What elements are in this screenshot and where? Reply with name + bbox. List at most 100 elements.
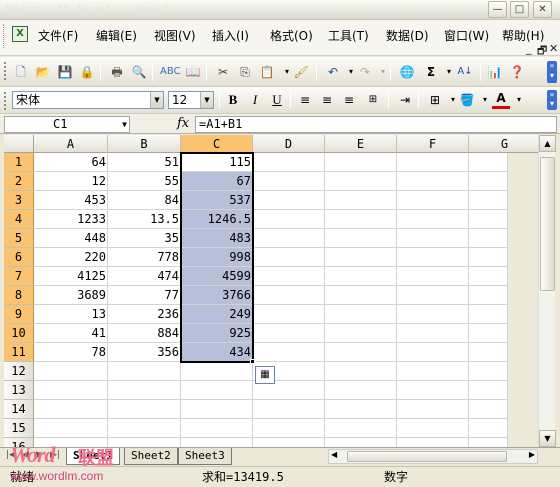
cell-a9[interactable]: 13: [34, 305, 108, 324]
scroll-up-icon[interactable]: ▲: [539, 135, 556, 152]
align-left-icon[interactable]: ≡: [296, 91, 314, 109]
toolbar-options-icon[interactable]: » ▾: [547, 90, 557, 110]
row-header-12[interactable]: 12: [4, 362, 34, 381]
cell-g11[interactable]: [469, 343, 508, 362]
menu-insert[interactable]: 插入(I): [212, 27, 249, 44]
column-header-f[interactable]: F: [397, 135, 469, 153]
column-header-e[interactable]: E: [325, 135, 397, 153]
toolbar-grip[interactable]: [4, 62, 7, 80]
cell-a10[interactable]: 41: [34, 324, 108, 343]
cell-d7[interactable]: [253, 267, 325, 286]
cell-c9[interactable]: 249: [181, 305, 253, 324]
menu-format[interactable]: 格式(O): [270, 27, 313, 44]
cell-e8[interactable]: [325, 286, 397, 305]
column-header-d[interactable]: D: [253, 135, 325, 153]
font-name-select[interactable]: 宋体 ▼: [12, 91, 164, 109]
cell-a6[interactable]: 220: [34, 248, 108, 267]
cell-b13[interactable]: [108, 381, 181, 400]
redo-icon[interactable]: ↷: [356, 63, 374, 81]
cell-d8[interactable]: [253, 286, 325, 305]
print-preview-icon[interactable]: 🔍: [130, 63, 148, 81]
cell-d11[interactable]: [253, 343, 325, 362]
cell-b5[interactable]: 35: [108, 229, 181, 248]
cell-g5[interactable]: [469, 229, 508, 248]
menu-view[interactable]: 视图(V): [154, 27, 196, 44]
cell-f7[interactable]: [397, 267, 469, 286]
cell-f13[interactable]: [397, 381, 469, 400]
row-header-9[interactable]: 9: [4, 305, 34, 324]
cell-f3[interactable]: [397, 191, 469, 210]
menu-data[interactable]: 数据(D): [386, 27, 429, 44]
cell-a12[interactable]: [34, 362, 108, 381]
row-header-13[interactable]: 13: [4, 381, 34, 400]
menu-grip[interactable]: [3, 24, 6, 48]
cell-b1[interactable]: 51: [108, 153, 181, 172]
cell-e11[interactable]: [325, 343, 397, 362]
cell-d3[interactable]: [253, 191, 325, 210]
menu-tools[interactable]: 工具(T): [328, 27, 369, 44]
cell-c2[interactable]: 67: [181, 172, 253, 191]
font-color-icon[interactable]: A: [492, 91, 510, 109]
column-header-b[interactable]: B: [108, 135, 181, 153]
fill-color-icon[interactable]: 🪣: [458, 91, 476, 109]
cell-b6[interactable]: 778: [108, 248, 181, 267]
cell-c10[interactable]: 925: [181, 324, 253, 343]
cell-c13[interactable]: [181, 381, 253, 400]
font-color-dropdown-icon[interactable]: ▾: [510, 91, 528, 109]
cell-e2[interactable]: [325, 172, 397, 191]
permission-icon[interactable]: 🔒: [78, 63, 96, 81]
cell-g4[interactable]: [469, 210, 508, 229]
cell-f11[interactable]: [397, 343, 469, 362]
cell-e12[interactable]: [325, 362, 397, 381]
align-center-icon[interactable]: ≡: [318, 91, 336, 109]
select-all-corner[interactable]: [4, 135, 34, 153]
borders-icon[interactable]: ⊞: [426, 91, 444, 109]
cell-g15[interactable]: [469, 419, 508, 438]
cell-b15[interactable]: [108, 419, 181, 438]
cell-a5[interactable]: 448: [34, 229, 108, 248]
scroll-left-icon[interactable]: ◀: [331, 450, 337, 459]
cell-d1[interactable]: [253, 153, 325, 172]
copy-icon[interactable]: ⎘: [236, 63, 254, 81]
cell-g6[interactable]: [469, 248, 508, 267]
cell-g3[interactable]: [469, 191, 508, 210]
cell-b9[interactable]: 236: [108, 305, 181, 324]
cell-b4[interactable]: 13.5: [108, 210, 181, 229]
cell-f1[interactable]: [397, 153, 469, 172]
cell-f5[interactable]: [397, 229, 469, 248]
cell-f9[interactable]: [397, 305, 469, 324]
cell-f8[interactable]: [397, 286, 469, 305]
cell-d9[interactable]: [253, 305, 325, 324]
cell-d14[interactable]: [253, 400, 325, 419]
help-icon[interactable]: ❓: [508, 63, 526, 81]
italic-button[interactable]: I: [246, 91, 264, 109]
name-box[interactable]: C1 ▼: [4, 116, 130, 133]
cell-d15[interactable]: [253, 419, 325, 438]
cell-c4[interactable]: 1246.5: [181, 210, 253, 229]
align-right-icon[interactable]: ≡: [340, 91, 358, 109]
cell-a1[interactable]: 64: [34, 153, 108, 172]
cell-d2[interactable]: [253, 172, 325, 191]
cut-icon[interactable]: ✂: [214, 63, 232, 81]
cell-a13[interactable]: [34, 381, 108, 400]
cell-b14[interactable]: [108, 400, 181, 419]
excel-doc-icon[interactable]: X: [12, 26, 28, 42]
cell-g9[interactable]: [469, 305, 508, 324]
maximize-button[interactable]: □: [510, 1, 529, 18]
column-header-g[interactable]: G: [469, 135, 541, 153]
cell-c12[interactable]: [181, 362, 253, 381]
cell-c6[interactable]: 998: [181, 248, 253, 267]
cell-b11[interactable]: 356: [108, 343, 181, 362]
undo-icon[interactable]: ↶: [324, 63, 342, 81]
cell-g1[interactable]: [469, 153, 508, 172]
cell-d5[interactable]: [253, 229, 325, 248]
cell-a15[interactable]: [34, 419, 108, 438]
cell-g14[interactable]: [469, 400, 508, 419]
row-header-3[interactable]: 3: [4, 191, 34, 210]
scroll-right-icon[interactable]: ▶: [529, 450, 535, 459]
insert-function-icon[interactable]: fx: [177, 116, 189, 131]
doc-minimize-icon[interactable]: _: [526, 42, 532, 55]
cell-b3[interactable]: 84: [108, 191, 181, 210]
open-icon[interactable]: 📂: [34, 63, 52, 81]
cell-e9[interactable]: [325, 305, 397, 324]
